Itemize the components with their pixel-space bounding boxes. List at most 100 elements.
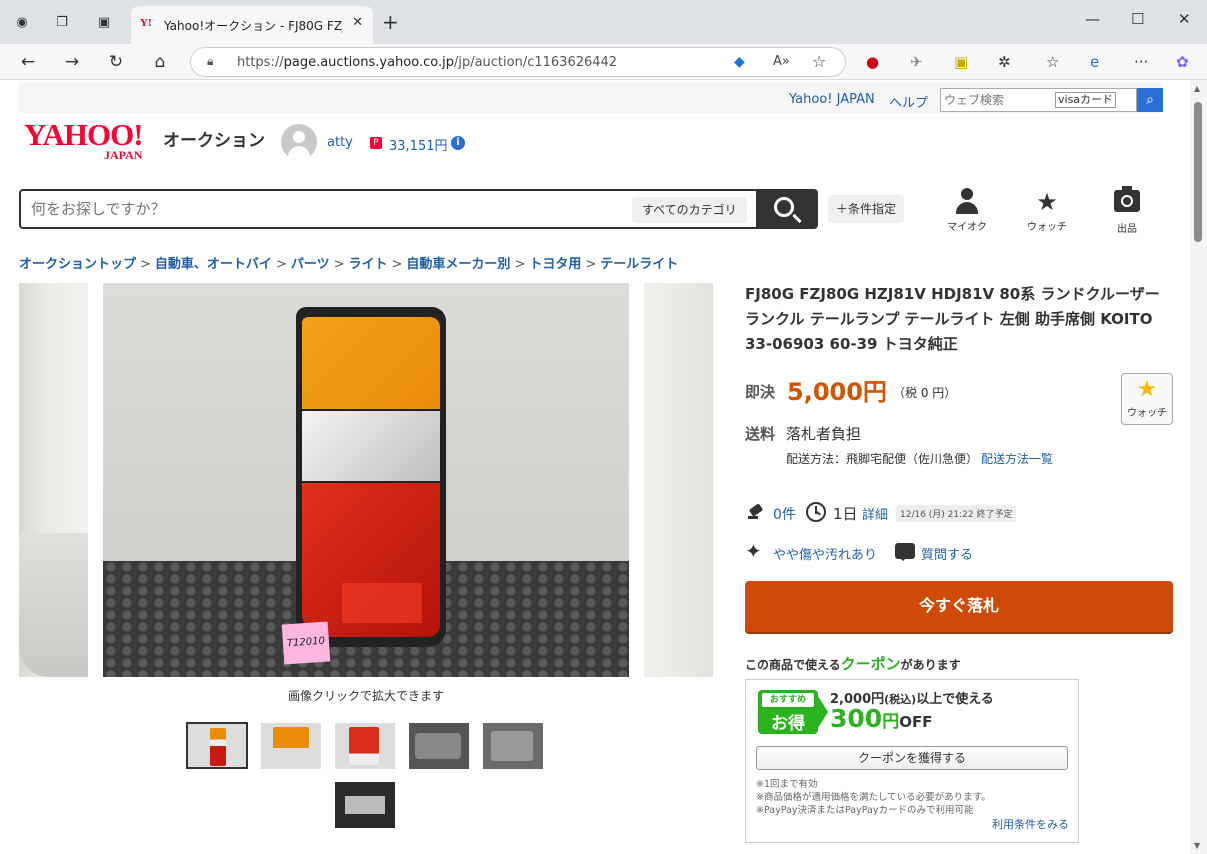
favorite-star-icon[interactable]: ☆: [812, 52, 826, 71]
profile-icon[interactable]: ◉: [12, 12, 32, 32]
yahoo-japan-link[interactable]: Yahoo! JAPAN: [789, 92, 875, 107]
extension-yellow-icon[interactable]: ▣: [954, 53, 968, 71]
coupon-discount: 300円OFF: [830, 704, 933, 733]
extension-gray-icon[interactable]: ✈: [910, 53, 923, 71]
thumbnail-5[interactable]: [483, 723, 543, 769]
end-time-badge: 12/16 (月) 21:22 終了予定: [896, 505, 1017, 522]
search-bar: すべてのカテゴリ: [19, 189, 818, 229]
visa-card-ad[interactable]: visaカード: [1055, 92, 1117, 108]
coupon-note: ※1回まで有効: [756, 779, 818, 790]
shipping-label: 送料: [745, 425, 776, 443]
thumbnail-1[interactable]: [186, 722, 248, 769]
sell-nav[interactable]: 出品: [1097, 186, 1157, 235]
read-aloud-icon[interactable]: A»: [773, 54, 790, 69]
username-link[interactable]: atty: [327, 135, 353, 150]
breadcrumb-item[interactable]: トヨタ用: [529, 257, 581, 272]
bid-count-link[interactable]: 0件: [773, 504, 796, 524]
paypay-point-icon: P: [370, 137, 382, 149]
breadcrumb-item[interactable]: オークショントップ: [19, 257, 136, 272]
web-search-button[interactable]: ⌕: [1137, 88, 1163, 112]
info-icon[interactable]: i: [451, 136, 465, 150]
avatar[interactable]: [281, 124, 317, 160]
breadcrumb: オークショントップ > 自動車、オートバイ > パーツ > ライト > 自動車メーカー別 > トヨタ…: [19, 257, 679, 272]
workspaces-icon[interactable]: ❐: [52, 12, 72, 32]
favorites-list-icon[interactable]: ☆: [1046, 53, 1059, 71]
tax-amount: （税 0 円）: [893, 386, 957, 400]
close-tab-icon[interactable]: ✕: [352, 15, 363, 30]
url-text: https://page.auctions.yahoo.co.jp/jp/auc…: [237, 55, 618, 70]
help-link[interactable]: ヘルプ: [889, 92, 928, 111]
breadcrumb-item[interactable]: 自動車、オートバイ: [155, 257, 272, 272]
coupon-note: ※PayPay決済またはPayPayカードのみで利用可能: [756, 805, 974, 816]
thumbnail-3[interactable]: [335, 723, 395, 769]
service-name[interactable]: オークション: [163, 126, 265, 151]
copilot-icon[interactable]: ✿: [1176, 53, 1189, 71]
coupon-terms-link[interactable]: 利用条件をみる: [992, 816, 1069, 832]
watchlist-nav[interactable]: ★ ウォッチ: [1017, 188, 1077, 233]
buy-now-button[interactable]: 今すぐ落札: [745, 581, 1173, 632]
logo-japan-text: JAPAN: [104, 148, 143, 162]
points-balance[interactable]: 33,151円: [389, 135, 448, 154]
minimize-icon[interactable]: —: [1085, 10, 1100, 28]
time-left: 1日: [833, 505, 858, 523]
category-select[interactable]: すべてのカテゴリ: [632, 197, 747, 223]
breadcrumb-item[interactable]: テールライト: [600, 257, 678, 272]
new-tab-icon[interactable]: +: [382, 10, 399, 34]
scroll-down-icon[interactable]: ▼: [1194, 841, 1200, 850]
tab-actions-icon[interactable]: ▣: [94, 12, 114, 32]
ask-question-link[interactable]: 質問する: [921, 544, 973, 563]
coupon-badge: おすすめ お得: [758, 690, 828, 734]
forward-icon[interactable]: →: [60, 50, 84, 74]
more-menu-icon[interactable]: ···: [1134, 53, 1148, 71]
extensions-puzzle-icon[interactable]: ✲: [998, 53, 1011, 71]
next-image-preview[interactable]: [644, 283, 713, 677]
shipping-methods-link[interactable]: 配送方法一覧: [981, 450, 1053, 467]
item-condition-link[interactable]: やや傷や汚れあり: [773, 544, 877, 563]
myauction-nav[interactable]: マイオク: [937, 188, 997, 233]
lock-icon: 🔒︎: [207, 54, 214, 68]
watchlist-label: ウォッチ: [1027, 222, 1067, 233]
get-coupon-button[interactable]: クーポンを獲得する: [756, 746, 1068, 770]
buy-now-price-label: 即決: [745, 383, 776, 401]
scroll-up-icon[interactable]: ▲: [1194, 84, 1200, 93]
scrollbar-thumb[interactable]: [1194, 102, 1202, 242]
refresh-icon[interactable]: ↻: [104, 50, 128, 74]
search-button[interactable]: [756, 189, 818, 229]
page-content: Yahoo! JAPAN ヘルプ visaカード ⌕ YAHOO! JAPAN …: [0, 80, 1190, 854]
page-scrollbar[interactable]: ▲ ▼: [1190, 80, 1207, 854]
edge-bar-icon[interactable]: e: [1090, 53, 1099, 71]
time-detail-link[interactable]: 詳細: [862, 504, 888, 523]
browser-tab-bar: ◉ ❐ ▣ Y! Yahoo!オークション - FJ80G FZJ80G HZJ…: [0, 0, 1207, 44]
coupon-box: おすすめ お得 2,000円(税込)以上で使える 300円OFF クーポンを獲得…: [745, 679, 1079, 843]
thumbnail-4[interactable]: [409, 723, 469, 769]
back-icon[interactable]: ←: [16, 50, 40, 74]
gavel-icon: [748, 504, 764, 520]
conditions-button[interactable]: ＋条件指定: [828, 195, 905, 223]
thumbnail-6[interactable]: [335, 782, 395, 828]
search-input[interactable]: [31, 200, 611, 218]
person-icon: [956, 188, 978, 214]
coupon-tag-icon[interactable]: ◆: [734, 54, 745, 70]
browser-tab-active[interactable]: Y! Yahoo!オークション - FJ80G FZJ80G HZJ81V HD…: [131, 6, 373, 44]
breadcrumb-item[interactable]: パーツ: [291, 257, 330, 272]
shipping-value: 落札者負担: [786, 425, 862, 443]
thumbnail-2[interactable]: [261, 723, 321, 769]
tail-lamp-photo: [296, 307, 446, 647]
web-search-input[interactable]: [941, 89, 1051, 111]
yahoo-auction-logo[interactable]: YAHOO! JAPAN: [24, 119, 144, 162]
browser-toolbar: ← → ↻ ⌂ 🔒︎ https://page.auctions.yahoo.c…: [0, 44, 1207, 118]
maximize-icon[interactable]: ☐: [1131, 10, 1144, 28]
coupon-heading: この商品で使えるクーポンがあります: [745, 655, 961, 673]
breadcrumb-item[interactable]: ライト: [349, 257, 388, 272]
home-icon[interactable]: ⌂: [148, 50, 172, 74]
main-product-image[interactable]: T12010: [103, 283, 629, 677]
sell-label: 出品: [1117, 224, 1137, 235]
previous-image-preview[interactable]: [19, 283, 88, 677]
coupon-note: ※商品価格が適用価格を満たしている必要があります。: [756, 792, 991, 803]
buy-now-price: 5,000円: [787, 378, 887, 406]
breadcrumb-item[interactable]: 自動車メーカー別: [406, 257, 510, 272]
address-bar[interactable]: 🔒︎ https://page.auctions.yahoo.co.jp/jp/…: [190, 47, 846, 77]
watch-button[interactable]: ★ ウォッチ: [1121, 373, 1173, 425]
extension-red-icon[interactable]: ●: [866, 53, 879, 71]
close-window-icon[interactable]: ✕: [1178, 10, 1191, 28]
